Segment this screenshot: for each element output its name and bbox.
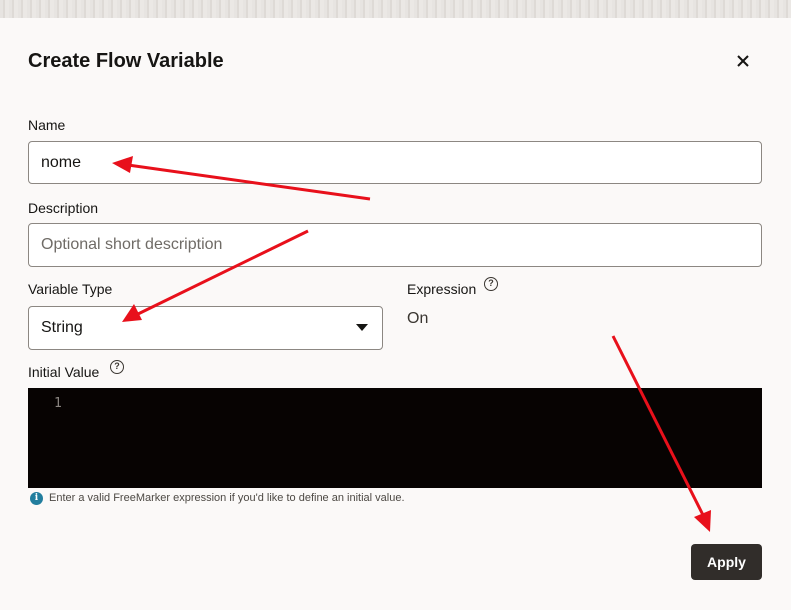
description-input[interactable]	[28, 223, 762, 267]
initial-value-hint: i Enter a valid FreeMarker expression if…	[30, 490, 405, 506]
line-number: 1	[54, 396, 62, 411]
description-label: Description	[28, 200, 99, 216]
background-strip	[0, 0, 791, 18]
create-flow-variable-dialog: Create Flow Variable Name Description Va…	[0, 18, 791, 610]
expression-value: On	[407, 310, 429, 327]
hint-text: Enter a valid FreeMarker expression if y…	[49, 492, 405, 504]
apply-button[interactable]: Apply	[691, 544, 762, 580]
question-circle-icon[interactable]: ?	[484, 277, 498, 291]
close-icon	[737, 55, 749, 67]
caret-down-icon	[356, 324, 368, 331]
question-circle-icon[interactable]: ?	[110, 360, 124, 374]
name-input[interactable]	[28, 141, 762, 184]
variable-type-value: String	[41, 319, 83, 336]
expression-label: Expression	[407, 281, 477, 297]
variable-type-label: Variable Type	[28, 281, 113, 297]
name-label: Name	[28, 117, 66, 133]
close-button[interactable]	[730, 48, 756, 74]
initial-value-label: Initial Value	[28, 364, 100, 380]
variable-type-select[interactable]: String	[28, 306, 383, 350]
info-icon: i	[30, 491, 43, 505]
initial-value-editor[interactable]: 1	[28, 388, 762, 488]
dialog-title: Create Flow Variable	[28, 50, 224, 72]
